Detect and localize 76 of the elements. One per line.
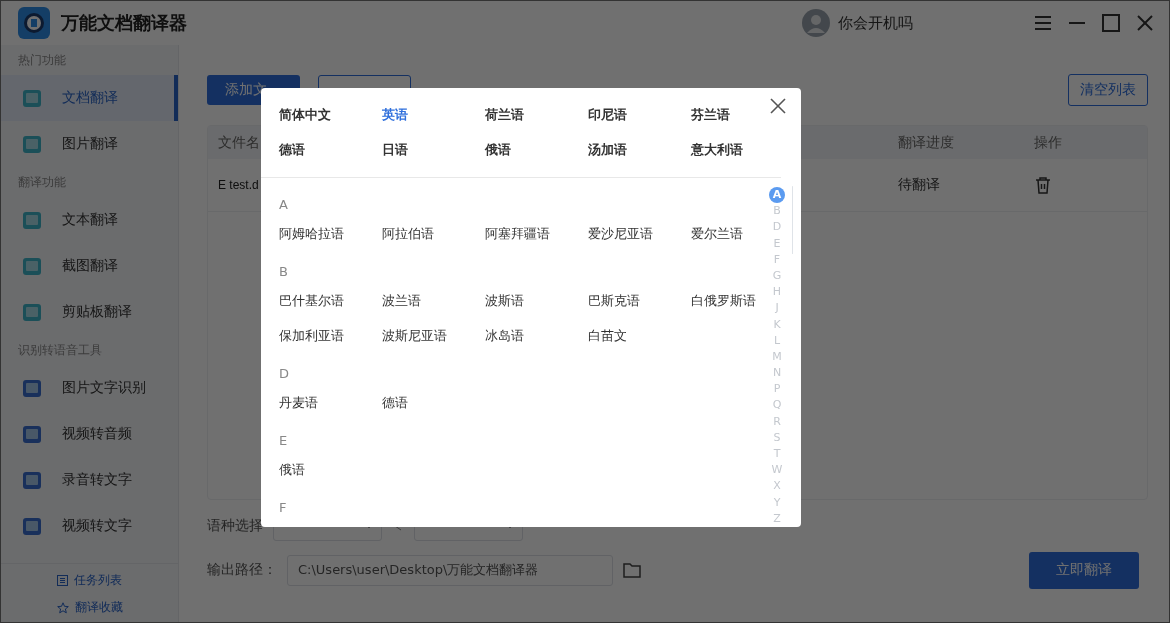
star-icon [56,601,69,614]
language-option[interactable]: 巴什基尔语 [279,291,382,311]
app-logo-icon [18,7,50,39]
letter-heading: D [279,365,290,383]
language-option[interactable]: 爱沙尼亚语 [588,224,691,244]
app-title: 万能文档翻译器 [61,11,187,35]
close-icon[interactable] [770,98,786,114]
letter-heading: B [279,263,289,281]
column-header: 操作 [1034,133,1062,152]
letter-heading: F [279,499,288,517]
language-option[interactable]: 爱尔兰语 [691,224,759,244]
column-header: 文件名 [218,133,260,152]
user-name[interactable]: 你会开机吗 [838,13,913,33]
list-icon [57,575,68,586]
language-option[interactable]: 丹麦语 [279,393,382,413]
language-option[interactable]: 阿拉伯语 [382,224,485,244]
language-option[interactable]: 巴斯克语 [588,291,691,311]
close-icon[interactable] [1135,13,1155,33]
sidebar-item[interactable]: 文本翻译 [1,197,178,243]
popular-language[interactable]: 芬兰语 [691,105,794,125]
scrollbar-thumb[interactable] [792,186,793,254]
letter-heading: E [279,432,289,450]
output-path-field[interactable]: C:\Users\user\Desktop\万能文档翻译器 [287,554,613,586]
folder-icon[interactable] [623,562,641,578]
tile-icon [22,516,42,536]
popular-language[interactable]: 俄语 [485,140,588,160]
language-option[interactable]: 俄语 [279,460,382,480]
popular-language[interactable]: 英语 [382,105,485,125]
sidebar-item[interactable]: 剪贴板翻译 [1,289,178,335]
language-option[interactable]: 阿姆哈拉语 [279,224,382,244]
tile-icon [22,424,42,444]
sidebar-item[interactable]: 图片文字识别 [1,365,178,411]
popular-language[interactable]: 印尼语 [588,105,691,125]
popular-language[interactable]: 简体中文 [279,105,382,125]
sidebar-item[interactable]: 截图翻译 [1,243,178,289]
language-option[interactable]: 波兰语 [382,291,485,311]
progress-status: 待翻译 [898,176,940,194]
language-option[interactable]: 白俄罗斯语 [691,291,759,311]
tile-icon [22,302,42,322]
tile-icon [22,88,42,108]
language-option[interactable]: 波斯尼亚语 [382,326,485,346]
translate-button[interactable]: 立即翻译 [1029,551,1139,589]
tile-icon [22,470,42,490]
letter-heading: A [279,196,289,214]
language-option[interactable]: 白苗文 [588,326,691,346]
output-path-label: 输出路径： [207,561,277,579]
sidebar-item[interactable]: 图片翻译 [1,121,178,167]
tile-icon [22,134,42,154]
popular-language[interactable]: 日语 [382,140,485,160]
sidebar-item[interactable]: 录音转文字 [1,457,178,503]
menu-icon[interactable] [1033,13,1053,33]
sidebar-item[interactable]: 视频转音频 [1,411,178,457]
tile-icon [22,378,42,398]
sidebar-link[interactable]: 翻译收藏 [56,599,123,616]
tile-icon [22,210,42,230]
language-option[interactable]: 德语 [382,393,485,413]
language-option[interactable]: 保加利亚语 [279,326,382,346]
sidebar-link[interactable]: 任务列表 [57,572,122,589]
index-letter[interactable]: A [769,187,785,203]
language-label: 语种选择 [207,517,263,535]
language-option[interactable]: 波斯语 [485,291,588,311]
file-name: E test.d [218,178,259,192]
sidebar-item[interactable]: 视频转文字 [1,503,178,549]
sidebar-item[interactable]: 文档翻译 [1,75,178,121]
popular-language[interactable]: 德语 [279,140,382,160]
column-header: 翻译进度 [898,133,954,152]
tile-icon [22,256,42,276]
trash-icon[interactable] [1034,176,1052,194]
maximize-icon[interactable] [1101,13,1121,33]
popular-language[interactable]: 意大利语 [691,140,794,160]
language-option[interactable]: 冰岛语 [485,326,588,346]
clear-list-button[interactable]: 清空列表 [1068,73,1148,106]
avatar-icon [802,9,830,37]
popular-language[interactable]: 汤加语 [588,140,691,160]
language-option[interactable]: 阿塞拜疆语 [485,224,588,244]
popular-language[interactable]: 荷兰语 [485,105,588,125]
